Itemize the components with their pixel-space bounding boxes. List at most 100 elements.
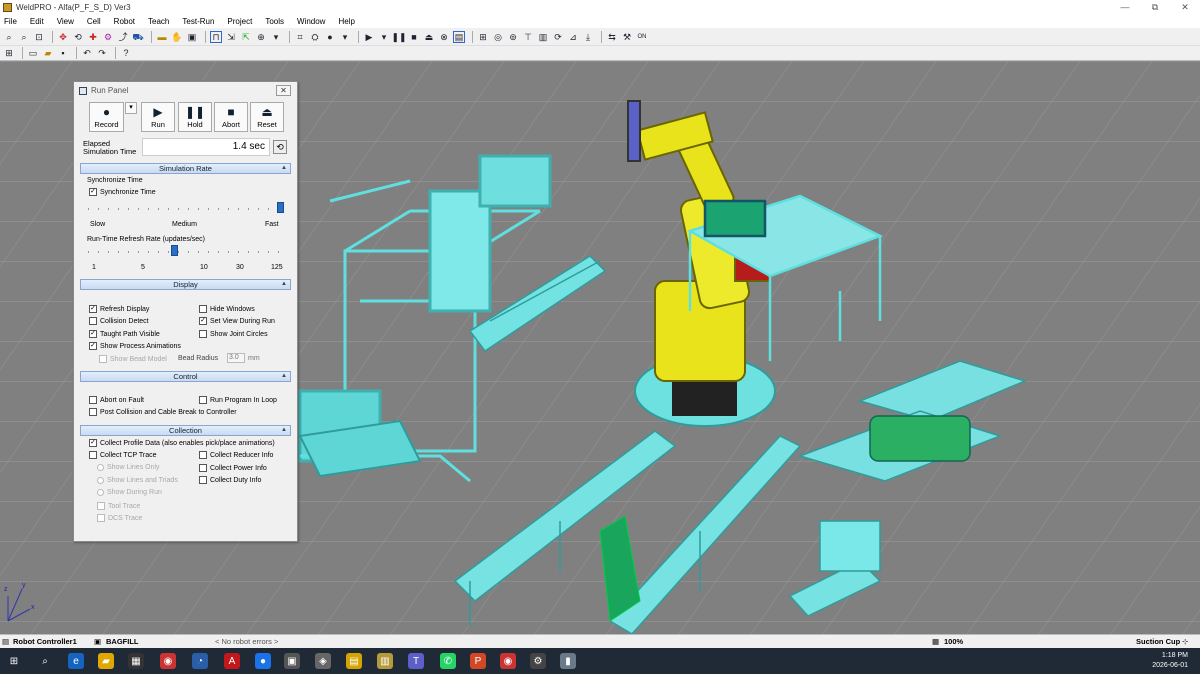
view-icon[interactable]: ⊓ bbox=[210, 30, 222, 43]
speed-slider-thumb[interactable] bbox=[277, 202, 284, 213]
open-icon[interactable]: ▰ bbox=[42, 47, 54, 59]
menu-cell[interactable]: Cell bbox=[87, 17, 101, 26]
app2-icon[interactable]: ● bbox=[255, 653, 271, 669]
reset-button[interactable]: ⏏ Reset bbox=[250, 102, 284, 132]
app3-icon[interactable]: ▣ bbox=[284, 653, 300, 669]
frame-icon[interactable]: ⌗ bbox=[294, 31, 306, 43]
maximize-button[interactable]: ⧉ bbox=[1140, 0, 1170, 14]
teach-icon[interactable]: ⇱ bbox=[240, 31, 252, 43]
run-panel-close-button[interactable]: ✕ bbox=[276, 85, 291, 96]
record-dropdown[interactable]: ▾ bbox=[125, 102, 137, 114]
tune-icon[interactable]: ⇆ bbox=[606, 31, 618, 43]
target-icon[interactable]: ◎ bbox=[492, 31, 504, 43]
run-panel-titlebar[interactable]: Run Panel bbox=[74, 82, 297, 99]
step-icon[interactable]: ▾ bbox=[378, 31, 390, 43]
taskbar-clock[interactable]: 1:18 PM 2026-06-01 bbox=[1152, 651, 1188, 671]
post-collision-checkbox[interactable]: Post Collision and Cable Break to Contro… bbox=[89, 408, 237, 416]
close-button[interactable]: ✕ bbox=[1170, 0, 1200, 14]
collect-duty-checkbox[interactable]: Collect Duty Info bbox=[199, 476, 261, 484]
section-collection[interactable]: Collection ▲ bbox=[80, 425, 291, 436]
signal-icon[interactable]: ⊿ bbox=[567, 31, 579, 43]
collect-power-checkbox[interactable]: Collect Power Info bbox=[199, 464, 267, 472]
windows-icon[interactable]: ⊞ bbox=[6, 653, 22, 669]
section-display[interactable]: Display ▲ bbox=[80, 279, 291, 290]
menu-edit[interactable]: Edit bbox=[30, 17, 44, 26]
section-control[interactable]: Control ▲ bbox=[80, 371, 291, 382]
stop-icon[interactable]: ■ bbox=[408, 31, 420, 43]
files-icon[interactable]: ▰ bbox=[98, 653, 114, 669]
bead-radius-input[interactable]: 3.0 bbox=[227, 353, 245, 363]
joint-circles-checkbox[interactable]: Show Joint Circles bbox=[199, 330, 268, 338]
online-icon[interactable]: ON bbox=[636, 31, 648, 43]
redo-icon[interactable]: ↷ bbox=[96, 47, 108, 59]
speed-slider[interactable] bbox=[88, 202, 284, 213]
panel-icon[interactable]: ▤ bbox=[453, 30, 465, 43]
pause-icon[interactable]: ❚❚ bbox=[391, 31, 406, 43]
snapshot-icon[interactable]: ▾ bbox=[270, 31, 282, 43]
zoom-icon[interactable]: ⌕ bbox=[3, 31, 15, 43]
menu-project[interactable]: Project bbox=[227, 17, 252, 26]
whatsapp-icon[interactable]: ✆ bbox=[440, 653, 456, 669]
process-animations-checkbox[interactable]: ✓ Show Process Animations bbox=[89, 342, 181, 350]
teams-icon[interactable]: T bbox=[408, 653, 424, 669]
collect-profile-checkbox[interactable]: ✓ Collect Profile Data (also enables pick… bbox=[89, 439, 275, 447]
store-icon[interactable]: ▦ bbox=[128, 653, 144, 669]
cart-icon[interactable]: ⛟ bbox=[132, 31, 144, 43]
app6-icon[interactable]: ▥ bbox=[377, 653, 393, 669]
zoom-area-icon[interactable]: ⌕ bbox=[18, 31, 30, 43]
point-icon[interactable]: ⊕ bbox=[255, 31, 267, 43]
taught-path-checkbox[interactable]: ✓ Taught Path Visible bbox=[89, 330, 160, 338]
play-icon[interactable]: ▶ bbox=[363, 31, 375, 43]
app5-icon[interactable]: ▤ bbox=[346, 653, 362, 669]
download-icon[interactable]: ⤓ bbox=[582, 31, 594, 43]
set-view-checkbox[interactable]: ✓ Set View During Run bbox=[199, 317, 275, 325]
app7-icon[interactable]: ▮ bbox=[560, 653, 576, 669]
refresh-slider-thumb[interactable] bbox=[171, 245, 179, 256]
move-icon[interactable]: ⇲ bbox=[225, 31, 237, 43]
search-icon[interactable]: ⌕ bbox=[37, 653, 53, 669]
collision-detect-checkbox[interactable]: Collision Detect bbox=[89, 317, 149, 325]
grid-view-icon[interactable]: ⊞ bbox=[477, 31, 489, 43]
hold-button[interactable]: ❚❚ Hold bbox=[178, 102, 212, 132]
orbit-icon[interactable]: ⊚ bbox=[507, 31, 519, 43]
menu-view[interactable]: View bbox=[57, 17, 74, 26]
abort-button[interactable]: ■ Abort bbox=[214, 102, 248, 132]
menu-robot[interactable]: Robot bbox=[114, 17, 135, 26]
io-icon[interactable]: ⟳ bbox=[552, 31, 564, 43]
chrome2-icon[interactable]: ◉ bbox=[500, 653, 516, 669]
weld-icon[interactable]: ⛭ bbox=[309, 31, 321, 43]
grid-icon[interactable]: ⊞ bbox=[3, 47, 15, 59]
robot-icon[interactable]: ⚙ bbox=[102, 31, 114, 43]
run-in-loop-checkbox[interactable]: Run Program In Loop bbox=[199, 396, 277, 404]
measure-icon[interactable]: ▬ bbox=[156, 31, 168, 43]
run-button[interactable]: ▶ Run bbox=[141, 102, 175, 132]
minimize-button[interactable]: — bbox=[1110, 0, 1140, 14]
pan-icon[interactable]: ✥ bbox=[57, 31, 69, 43]
status-controller[interactable]: Robot Controller1 bbox=[13, 637, 77, 646]
path-icon[interactable]: ⤴ bbox=[117, 31, 129, 43]
acrobat-icon[interactable]: A bbox=[224, 653, 240, 669]
help-icon[interactable]: ? bbox=[120, 47, 132, 59]
dropdown-icon[interactable]: ▾ bbox=[339, 31, 351, 43]
status-program[interactable]: BAGFILL bbox=[106, 637, 139, 646]
setting-icon[interactable]: ⚒ bbox=[621, 31, 633, 43]
hide-windows-checkbox[interactable]: Hide Windows bbox=[199, 305, 255, 313]
eject-icon[interactable]: ⏏ bbox=[423, 31, 435, 43]
sync-time-checkbox[interactable]: ✓ Synchronize Time bbox=[89, 188, 156, 196]
edge-icon[interactable]: e bbox=[68, 653, 84, 669]
abort-on-fault-checkbox[interactable]: Abort on Fault bbox=[89, 396, 144, 404]
chrome-icon[interactable]: ◉ bbox=[160, 653, 176, 669]
menu-help[interactable]: Help bbox=[338, 17, 354, 26]
menu-file[interactable]: File bbox=[4, 17, 17, 26]
powerpoint-icon[interactable]: P bbox=[470, 653, 486, 669]
menu-test-run[interactable]: Test-Run bbox=[182, 17, 214, 26]
save-icon[interactable]: ▪ bbox=[57, 47, 69, 59]
tool-icon[interactable]: ✚ bbox=[87, 31, 99, 43]
collect-reducer-checkbox[interactable]: Collect Reducer Info bbox=[199, 451, 273, 459]
refresh-display-checkbox[interactable]: ✓ Refresh Display bbox=[89, 305, 149, 313]
rotate-icon[interactable]: ⟲ bbox=[72, 31, 84, 43]
new-icon[interactable]: ▭ bbox=[27, 47, 39, 59]
cancel-icon[interactable]: ⊗ bbox=[438, 31, 450, 43]
app-icon[interactable]: ◔ bbox=[192, 653, 208, 669]
program-icon[interactable]: ▥ bbox=[537, 31, 549, 43]
